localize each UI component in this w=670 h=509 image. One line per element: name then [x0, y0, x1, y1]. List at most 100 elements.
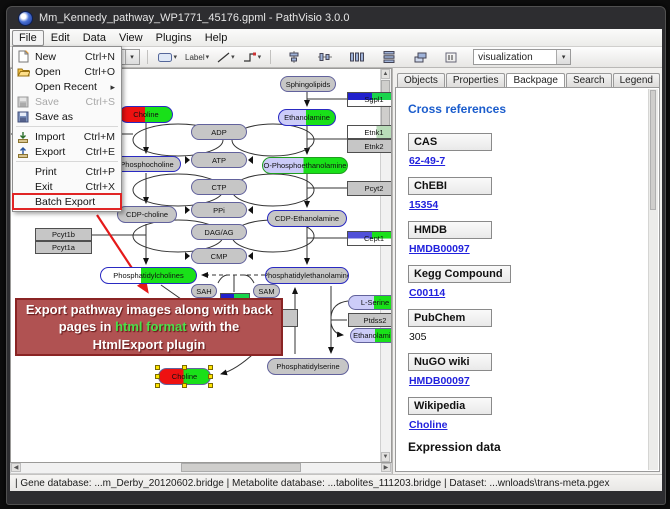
selection-handle[interactable] — [155, 383, 160, 388]
menu-item-new[interactable]: New Ctrl+N — [13, 49, 121, 64]
metabolite-node-cmp[interactable]: CMP — [191, 248, 247, 264]
menu-item-import[interactable]: Import Ctrl+M — [13, 129, 121, 144]
menu-item-print[interactable]: Print Ctrl+P — [13, 164, 121, 179]
menu-item-save[interactable]: Save Ctrl+S — [13, 94, 121, 109]
metabolite-node-phosphatidylserine[interactable]: Phosphatidylserine — [267, 358, 349, 375]
xref-link[interactable]: HMDB00097 — [409, 375, 470, 387]
menu-item-open-recent[interactable]: Open Recent — [13, 79, 121, 94]
tab-search[interactable]: Search — [566, 73, 612, 87]
chevron-down-icon[interactable]: ▾ — [125, 50, 139, 64]
xref-link[interactable]: 62-49-7 — [409, 155, 445, 167]
menu-item-open[interactable]: Open Ctrl+O — [13, 64, 121, 79]
distribute-horizontal-button[interactable] — [348, 49, 366, 65]
selection-handle[interactable] — [208, 374, 213, 379]
window-title: Mm_Kennedy_pathway_WP1771_45176.gpml - P… — [39, 12, 349, 24]
tab-backpage[interactable]: Backpage — [506, 73, 564, 88]
metabolite-node-ppi[interactable]: PPi — [191, 202, 247, 218]
scroll-left-arrow[interactable]: ◀ — [11, 463, 21, 472]
metabolite-node-cdp-choline[interactable]: CDP-choline — [117, 206, 177, 223]
label-button[interactable]: Label ▾ — [183, 49, 211, 65]
xref-source-name: Kegg Compound — [408, 265, 511, 283]
datanode-button[interactable]: ▾ — [155, 49, 180, 65]
xref-link[interactable]: 15354 — [409, 199, 438, 211]
metabolite-node-ethanolamine-2[interactable]: Ethanolamine — [350, 328, 392, 343]
metabolite-node-dag-ag[interactable]: DAG/AG — [191, 224, 247, 240]
metabolite-node-phosphatidylcholines[interactable]: Phosphatidylcholines — [100, 267, 197, 284]
xref-section-cas: CAS 62-49-7 — [408, 132, 645, 167]
metabolite-node-o-phosphoethanolamine[interactable]: O-Phosphoethanolamine — [262, 157, 348, 174]
text-format-icon — [445, 52, 457, 63]
menu-help[interactable]: Help — [199, 31, 234, 45]
gene-node-cept1[interactable]: Cept1 — [347, 231, 392, 246]
selection-handle[interactable] — [208, 365, 213, 370]
line-icon — [217, 52, 230, 63]
align-middle-button[interactable] — [316, 49, 334, 65]
titlebar[interactable]: Mm_Kennedy_pathway_WP1771_45176.gpml - P… — [10, 7, 662, 29]
scrollbar-thumb[interactable] — [181, 463, 301, 472]
gene-node-ptdss2[interactable]: Ptdss2 — [348, 313, 392, 327]
align-middle-icon — [318, 51, 332, 63]
xref-link[interactable]: C00114 — [409, 287, 445, 299]
selection-handle[interactable] — [182, 383, 187, 388]
visualization-combobox[interactable]: visualization ▾ — [473, 49, 571, 65]
gene-node-pcyt1a[interactable]: Pcyt1a — [35, 241, 92, 254]
chevron-down-icon[interactable]: ▾ — [206, 53, 210, 61]
menu-item-batch-export[interactable]: Batch Export — [13, 194, 121, 209]
menu-item-exit[interactable]: Exit Ctrl+X — [13, 179, 121, 194]
menu-edit[interactable]: Edit — [45, 31, 76, 45]
metabolite-node-sphingolipids[interactable]: Sphingolipids — [280, 76, 336, 92]
save-icon — [16, 95, 30, 108]
gene-node-etnk1[interactable]: Etnk1 — [347, 125, 392, 139]
chevron-down-icon[interactable]: ▾ — [258, 53, 262, 61]
xref-link[interactable]: Choline — [409, 419, 448, 431]
tab-properties[interactable]: Properties — [446, 73, 506, 87]
menu-file[interactable]: File — [12, 30, 44, 46]
metabolite-node-adp[interactable]: ADP — [191, 124, 247, 140]
metabolite-node-choline[interactable]: Choline — [119, 106, 173, 123]
text-format-button[interactable] — [443, 49, 459, 65]
menu-item-save-as[interactable]: Save as — [13, 109, 121, 124]
menu-view[interactable]: View — [113, 31, 149, 45]
datanode-icon — [157, 52, 173, 63]
metabolite-node-phosphatidylethanolamine[interactable]: Phosphatidylethanolamine — [265, 267, 349, 284]
selection-handle[interactable] — [182, 365, 187, 370]
menu-item-export[interactable]: Export Ctrl+E — [13, 144, 121, 159]
metabolite-node-ethanolamine[interactable]: Ethanolamine — [278, 109, 336, 126]
metabolite-node-atp[interactable]: ATP — [191, 152, 247, 168]
selection-handle[interactable] — [155, 365, 160, 370]
canvas-horizontal-scrollbar[interactable]: ◀ ▶ — [10, 463, 392, 474]
statusbar: | Gene database: ...m_Derby_20120602.bri… — [10, 474, 662, 491]
connector-tool-button[interactable]: ▾ — [241, 49, 264, 65]
distribute-vertical-button[interactable] — [380, 49, 398, 65]
menu-separator — [16, 161, 118, 162]
chevron-down-icon[interactable]: ▾ — [556, 50, 570, 64]
selection-handle[interactable] — [155, 374, 160, 379]
metabolite-node-l-serine[interactable]: L-Serine — [348, 295, 392, 310]
selection-handle[interactable] — [208, 383, 213, 388]
sidebar-scrollbar[interactable] — [648, 89, 658, 470]
tab-objects[interactable]: Objects — [397, 73, 445, 87]
statusbar-text: | Gene database: ...m_Derby_20120602.bri… — [15, 478, 609, 489]
metabolite-node-sam[interactable]: SAM — [253, 284, 280, 298]
menu-plugins[interactable]: Plugins — [150, 31, 198, 45]
backpage-title: Cross references — [408, 102, 645, 116]
scroll-right-arrow[interactable]: ▶ — [381, 463, 391, 472]
metabolite-node-cdp-ethanolamine[interactable]: CDP-Ethanolamine — [267, 210, 347, 227]
common-size-button[interactable] — [412, 49, 429, 65]
gene-node-sgpl1[interactable]: Sgpl1 — [347, 92, 392, 107]
line-tool-button[interactable]: ▾ — [215, 49, 237, 65]
chevron-down-icon[interactable]: ▾ — [174, 53, 178, 61]
align-center-button[interactable] — [286, 49, 302, 65]
gene-node-pcyt1b[interactable]: Pcyt1b — [35, 228, 92, 241]
gene-node-etnk2[interactable]: Etnk2 — [347, 139, 392, 153]
distribute-horizontal-icon — [350, 51, 364, 63]
menu-data[interactable]: Data — [77, 31, 112, 45]
gene-node-pcyt2[interactable]: Pcyt2 — [347, 181, 392, 196]
metabolite-node-ctp[interactable]: CTP — [191, 179, 247, 195]
tab-legend[interactable]: Legend — [613, 73, 660, 87]
metabolite-node-phosphocholine[interactable]: Phosphocholine — [113, 156, 181, 172]
metabolite-node-sah[interactable]: SAH — [191, 284, 217, 298]
scrollbar-thumb[interactable] — [650, 90, 656, 210]
xref-link[interactable]: HMDB00097 — [409, 243, 470, 255]
chevron-down-icon[interactable]: ▾ — [231, 53, 235, 61]
